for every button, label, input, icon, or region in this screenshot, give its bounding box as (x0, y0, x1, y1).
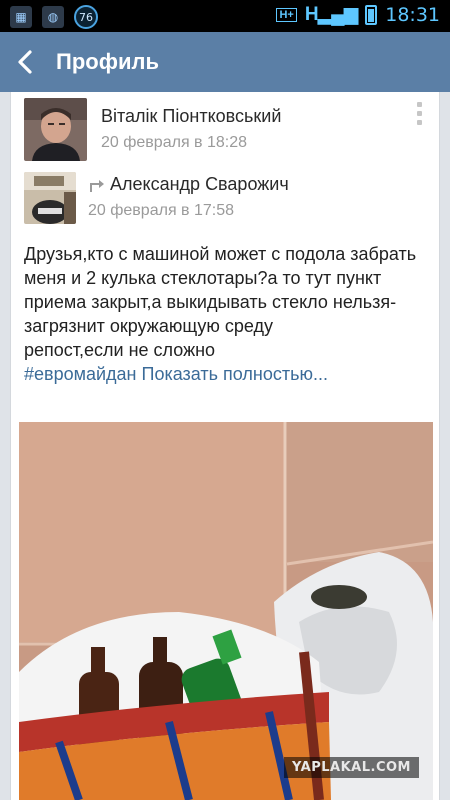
app-header: Профиль (0, 32, 450, 92)
post-text: Друзья,кто с машиной может с подола забр… (24, 244, 417, 360)
post-body: Друзья,кто с машиной может с подола забр… (24, 242, 434, 386)
author-name[interactable]: Віталік Піонтковський (101, 106, 281, 127)
repost-avatar[interactable] (24, 172, 76, 224)
gallery-notification-icon: ▦ (10, 6, 32, 28)
page-title: Профиль (56, 49, 159, 74)
repost-author-name[interactable]: Александр Сварожич (110, 174, 289, 195)
clock: 18:31 (385, 3, 440, 26)
status-bar: ▦ ◍ 76 H+ H▂▄▆ 18:31 (0, 0, 450, 32)
repost-date: 20 февраля в 17:58 (88, 202, 235, 219)
more-options-button[interactable] (413, 102, 425, 125)
repost-source: Александр Сварожич 20 февраля в 17:58 (24, 172, 289, 224)
post-date: 20 февраля в 18:28 (101, 134, 248, 151)
hashtag-link[interactable]: #евромайдан (24, 364, 137, 384)
back-button[interactable] (0, 32, 50, 92)
chevron-left-icon (18, 50, 32, 74)
network-type-icon: H+ (276, 7, 297, 22)
watermark: YAPLAKAL.COM (284, 757, 419, 778)
repost-arrow-icon (90, 179, 104, 192)
author-avatar[interactable] (24, 98, 87, 161)
notification-count-badge: 76 (74, 5, 98, 29)
post-card: Віталік Піонтковський 20 февраля в 18:28 (10, 92, 440, 800)
show-more-link[interactable]: Показать полностью... (142, 364, 328, 384)
signal-strength-icon: H▂▄▆ (304, 4, 358, 25)
app-notification-icon: ◍ (42, 6, 64, 28)
post-photo[interactable]: YAPLAKAL.COM (19, 422, 434, 800)
post-author: Віталік Піонтковський 20 февраля в 18:28 (24, 98, 281, 161)
battery-icon (365, 4, 378, 25)
